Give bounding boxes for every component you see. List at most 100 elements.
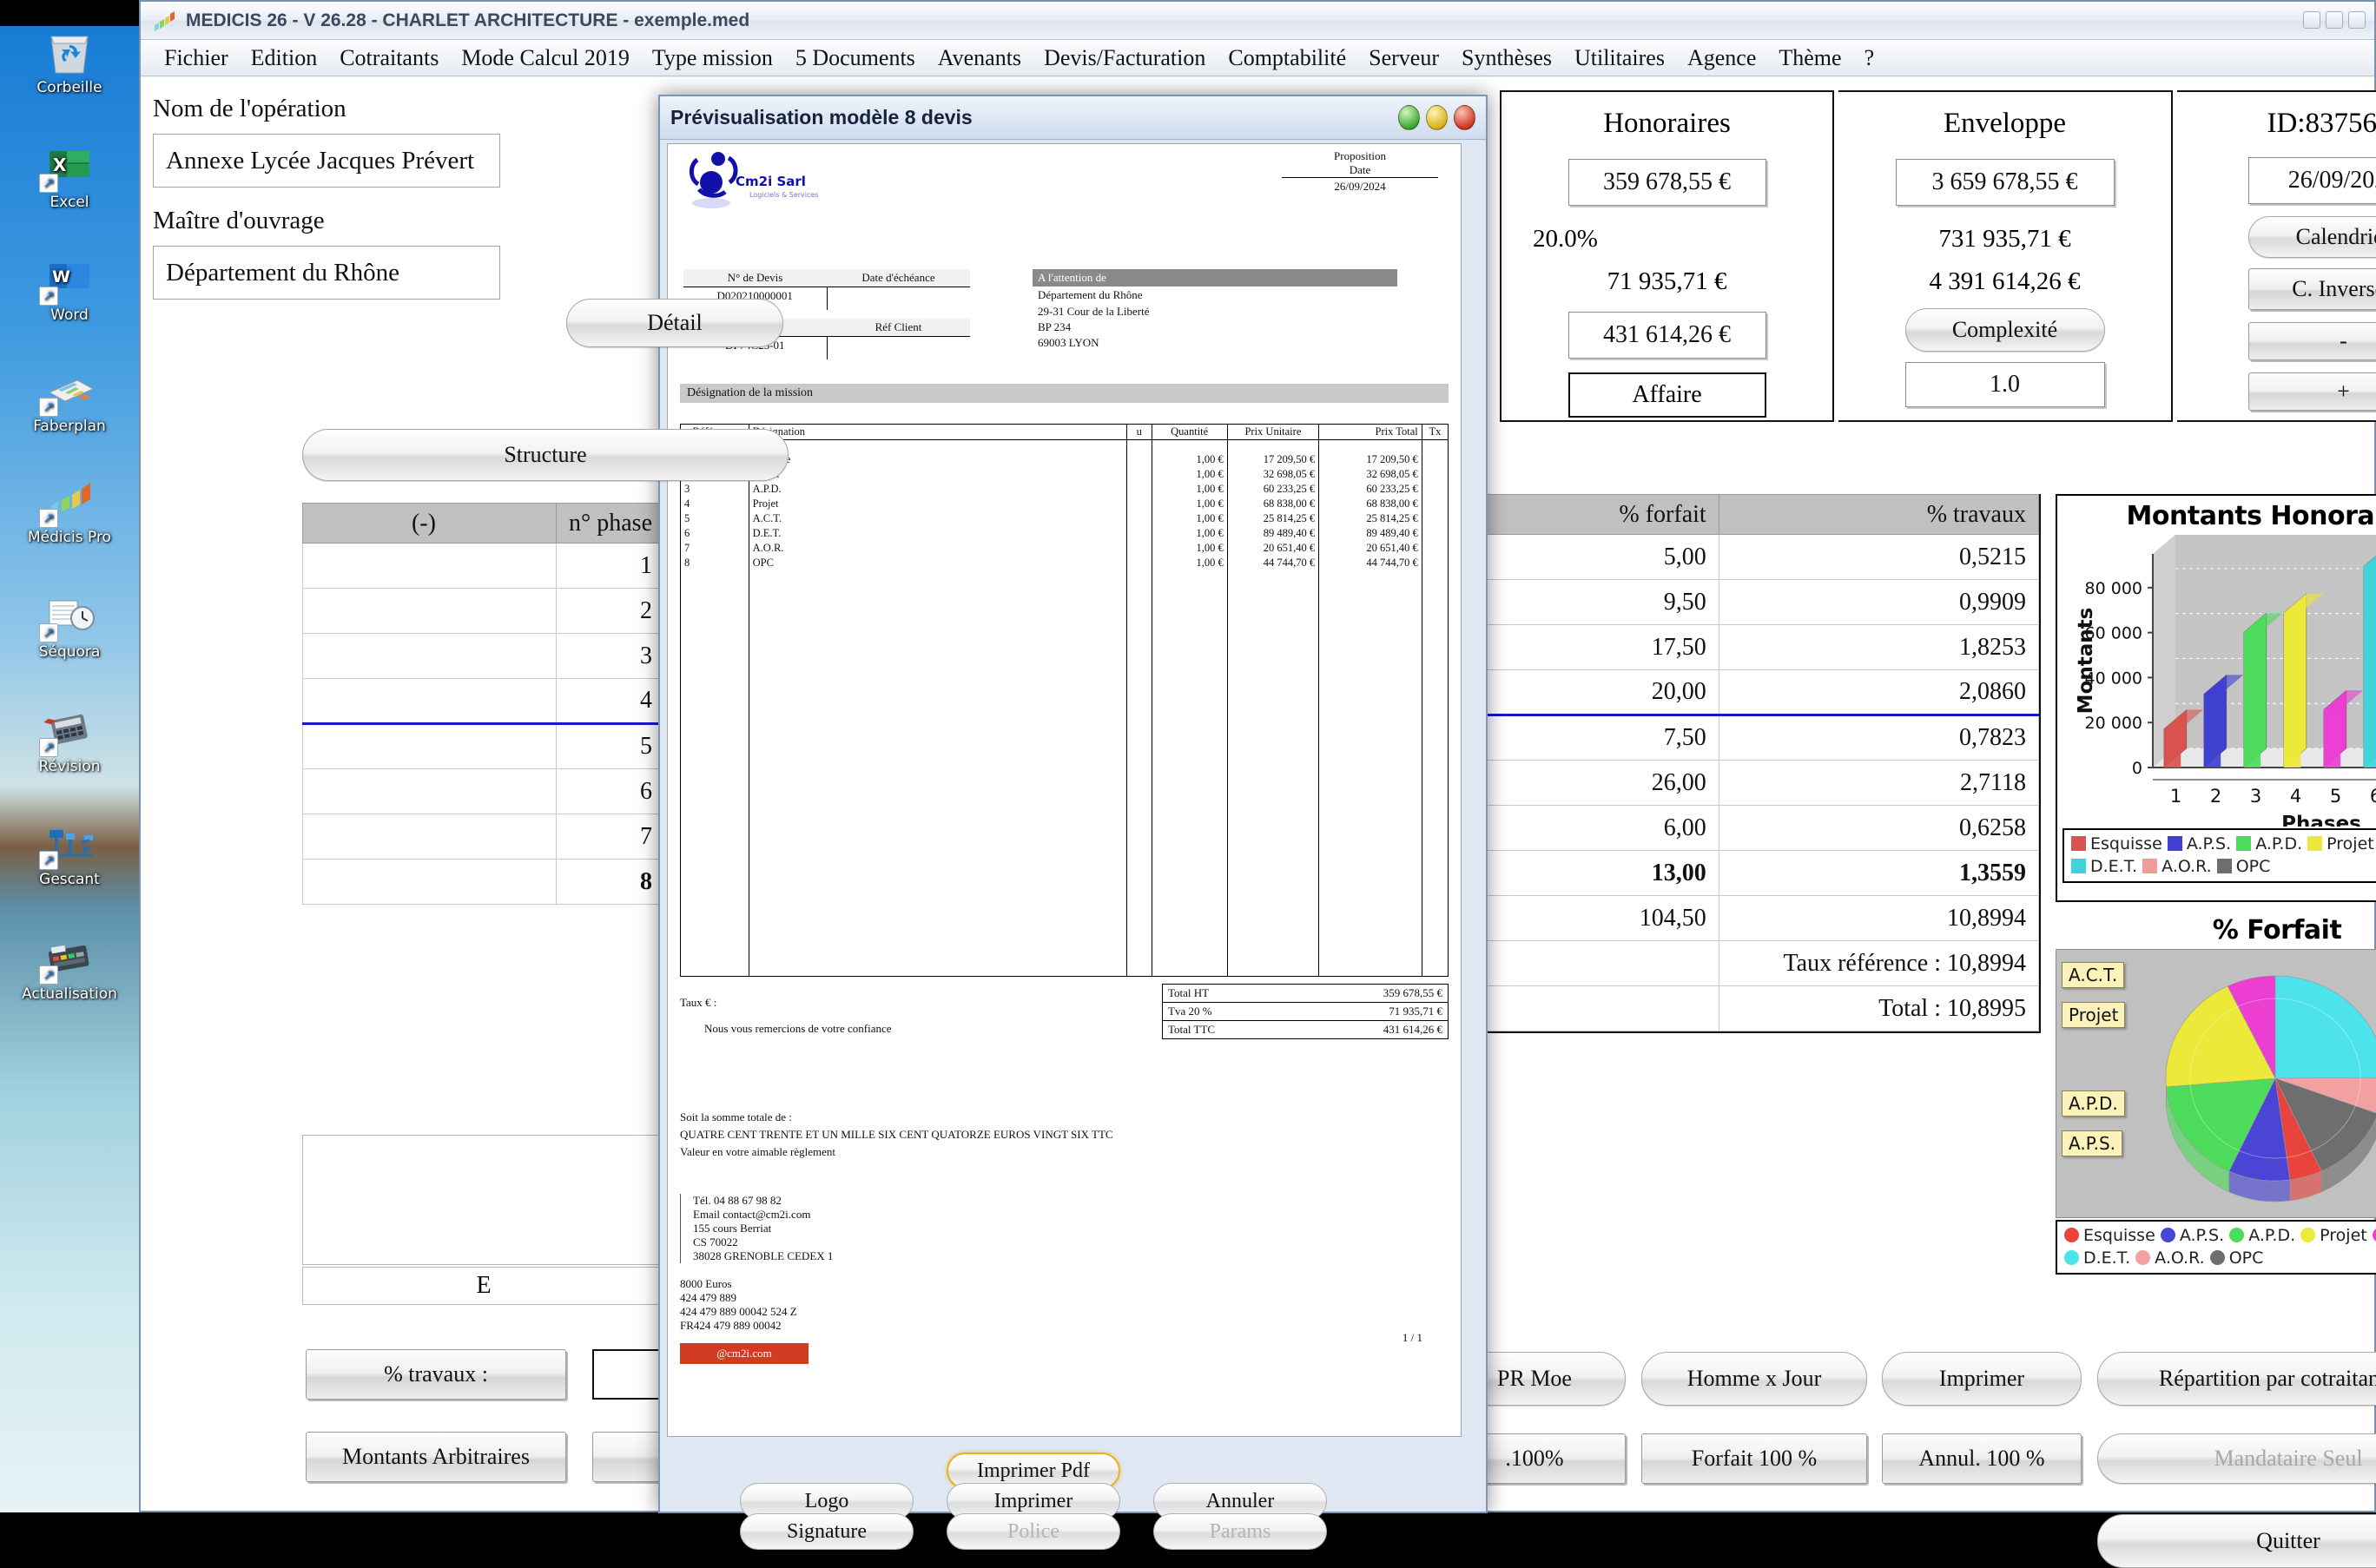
phase-number-cell[interactable]: 6 [556, 769, 664, 814]
pct-travaux-button[interactable]: % travaux : [306, 1349, 566, 1400]
maximize-button[interactable] [2326, 11, 2343, 29]
menu-item-utilitaires[interactable]: Utilitaires [1563, 43, 1676, 73]
complexite-button[interactable]: Complexité [1905, 308, 2105, 352]
phase-number-cell[interactable]: 2 [556, 589, 664, 634]
structure-button[interactable]: Structure [302, 429, 789, 481]
menu-item-avenants[interactable]: Avenants [927, 43, 1033, 73]
courbe-inversee-button[interactable]: C. Inversée [2248, 268, 2376, 310]
cell-pct-travaux[interactable]: 0,9909 [1719, 580, 2038, 625]
cell-pct-travaux[interactable]: 0,6258 [1719, 806, 2038, 851]
col-pct-forfait[interactable]: % forfait [1488, 495, 1719, 535]
table-row[interactable]: 13,001,3559 [1488, 851, 2039, 896]
desktop-icon-faberplan[interactable]: ↗ Faberplan [0, 363, 139, 435]
homme-x-jour-button[interactable]: Homme x Jour [1641, 1352, 1867, 1406]
cell-pct-travaux[interactable]: 0,5215 [1719, 535, 2038, 580]
table-row[interactable]: 20,002,0860 [1488, 670, 2039, 715]
cell-pct-travaux[interactable]: 1,8253 [1719, 625, 2038, 670]
montants-honoraires-chart[interactable]: Montants Honoraires 020 00040 00060 0008… [2056, 494, 2376, 902]
quitter-button[interactable]: Quitter [2097, 1514, 2376, 1568]
menu-item-mode-calcul[interactable]: Mode Calcul 2019 [450, 43, 641, 73]
phase-row[interactable]: 4 [303, 679, 665, 724]
left-notes-box[interactable] [302, 1135, 665, 1265]
menu-item-help[interactable]: ? [1853, 43, 1886, 73]
table-row[interactable]: 26,002,7118 [1488, 761, 2039, 806]
cell-pct-forfait[interactable]: 7,50 [1488, 715, 1719, 761]
phase-minus-cell[interactable] [303, 589, 557, 634]
date-field[interactable]: 26/09/2024 [2248, 157, 2376, 204]
menu-item-fichier[interactable]: Fichier [153, 43, 240, 73]
forfait-100-button[interactable]: Forfait 100 % [1641, 1433, 1867, 1484]
increment-button[interactable]: + [2248, 372, 2376, 411]
affaire-button[interactable]: Affaire [1568, 372, 1766, 418]
menu-item-comptabilite[interactable]: Comptabilité [1217, 43, 1357, 73]
desktop-icon-corbeille[interactable]: Corbeille [0, 24, 139, 96]
menu-item-type-mission[interactable]: Type mission [641, 43, 784, 73]
phase-number-cell[interactable]: 3 [556, 634, 664, 679]
dialog-close-orb[interactable] [1454, 105, 1475, 130]
phase-number-cell[interactable]: 4 [556, 679, 664, 724]
phase-minus-cell[interactable] [303, 769, 557, 814]
dialog-maximize-orb[interactable] [1426, 105, 1448, 130]
phase-row[interactable]: 3 [303, 634, 665, 679]
imprimer-button[interactable]: Imprimer [1882, 1352, 2082, 1406]
phase-number-cell[interactable]: 5 [556, 724, 664, 769]
cell-pct-forfait[interactable]: 20,00 [1488, 670, 1719, 715]
email-badge[interactable]: @cm2i.com [680, 1343, 808, 1364]
table-row[interactable]: 17,501,8253 [1488, 625, 2039, 670]
honoraires-ttc[interactable]: 431 614,26 € [1568, 312, 1766, 359]
menu-item-edition[interactable]: Edition [240, 43, 329, 73]
phase-number-cell[interactable]: 1 [556, 544, 664, 589]
forfait-pie-chart[interactable]: % Forfait A.C.T. Projet A.P.D. A.P.S. D.… [2056, 915, 2376, 1306]
minimize-button[interactable] [2303, 11, 2320, 29]
phase-minus-cell[interactable] [303, 724, 557, 769]
desktop-icon-medicis-pro[interactable]: ↗ Médicis Pro [0, 474, 139, 546]
desktop-icon-sequora[interactable]: ↗ Séquora [0, 589, 139, 661]
phase-minus-cell[interactable] [303, 544, 557, 589]
table-row[interactable]: 9,500,9909 [1488, 580, 2039, 625]
calendrier-button[interactable]: Calendrier [2248, 216, 2376, 258]
cell-pct-forfait[interactable]: 9,50 [1488, 580, 1719, 625]
detail-button[interactable]: Détail [566, 299, 783, 347]
menu-item-theme[interactable]: Thème [1767, 43, 1852, 73]
table-row[interactable]: 5,000,5215 [1488, 535, 2039, 580]
montants-arbitraires-button[interactable]: Montants Arbitraires [306, 1432, 566, 1482]
desktop-icon-excel[interactable]: X ↗ Excel [0, 139, 139, 211]
repartition-cotraitant-button[interactable]: Répartition par cotraitant (5) [2097, 1352, 2376, 1406]
menu-item-agence[interactable]: Agence [1676, 43, 1767, 73]
phase-row[interactable]: 7 [303, 814, 665, 860]
decrement-button[interactable]: - [2248, 322, 2376, 360]
desktop-icon-word[interactable]: W ↗ Word [0, 252, 139, 324]
phase-row[interactable]: 2 [303, 589, 665, 634]
close-button[interactable] [2348, 11, 2366, 29]
dialog-minimize-orb[interactable] [1398, 105, 1420, 130]
phase-row[interactable]: 1 [303, 544, 665, 589]
cell-pct-forfait[interactable]: 17,50 [1488, 625, 1719, 670]
phase-minus-cell[interactable] [303, 814, 557, 860]
phase-row[interactable]: 8 [303, 860, 665, 905]
honoraires-amount[interactable]: 359 678,55 € [1568, 159, 1766, 206]
phase-number-cell[interactable]: 8 [556, 860, 664, 905]
menu-item-devis-facturation[interactable]: Devis/Facturation [1033, 43, 1217, 73]
complexite-value[interactable]: 1.0 [1905, 362, 2105, 407]
operation-input[interactable]: Annexe Lycée Jacques Prévert [153, 134, 500, 188]
col-pct-travaux[interactable]: % travaux [1719, 495, 2038, 535]
table-row[interactable]: 6,000,6258 [1488, 806, 2039, 851]
phase-number-cell[interactable]: 7 [556, 814, 664, 860]
phase-row[interactable]: 6 [303, 769, 665, 814]
cell-pct-travaux[interactable]: 2,0860 [1719, 670, 2038, 715]
signature-button[interactable]: Signature [740, 1513, 914, 1550]
phase-col-number[interactable]: n° phase [556, 504, 664, 544]
phase-minus-cell[interactable] [303, 679, 557, 724]
menu-item-cotraitants[interactable]: Cotraitants [328, 43, 450, 73]
phase-row[interactable]: 5 [303, 724, 665, 769]
phase-minus-cell[interactable] [303, 860, 557, 905]
menu-item-serveur[interactable]: Serveur [1357, 43, 1450, 73]
cell-pct-forfait[interactable]: 5,00 [1488, 535, 1719, 580]
cell-pct-travaux[interactable]: 1,3559 [1719, 851, 2038, 896]
desktop-icon-gescant[interactable]: ↗ Gescant [0, 816, 139, 888]
cell-pct-forfait[interactable]: 6,00 [1488, 806, 1719, 851]
cell-pct-travaux[interactable]: 0,7823 [1719, 715, 2038, 761]
phase-minus-cell[interactable] [303, 634, 557, 679]
cell-pct-travaux[interactable]: 2,7118 [1719, 761, 2038, 806]
table-row[interactable]: 7,500,7823 [1488, 715, 2039, 761]
